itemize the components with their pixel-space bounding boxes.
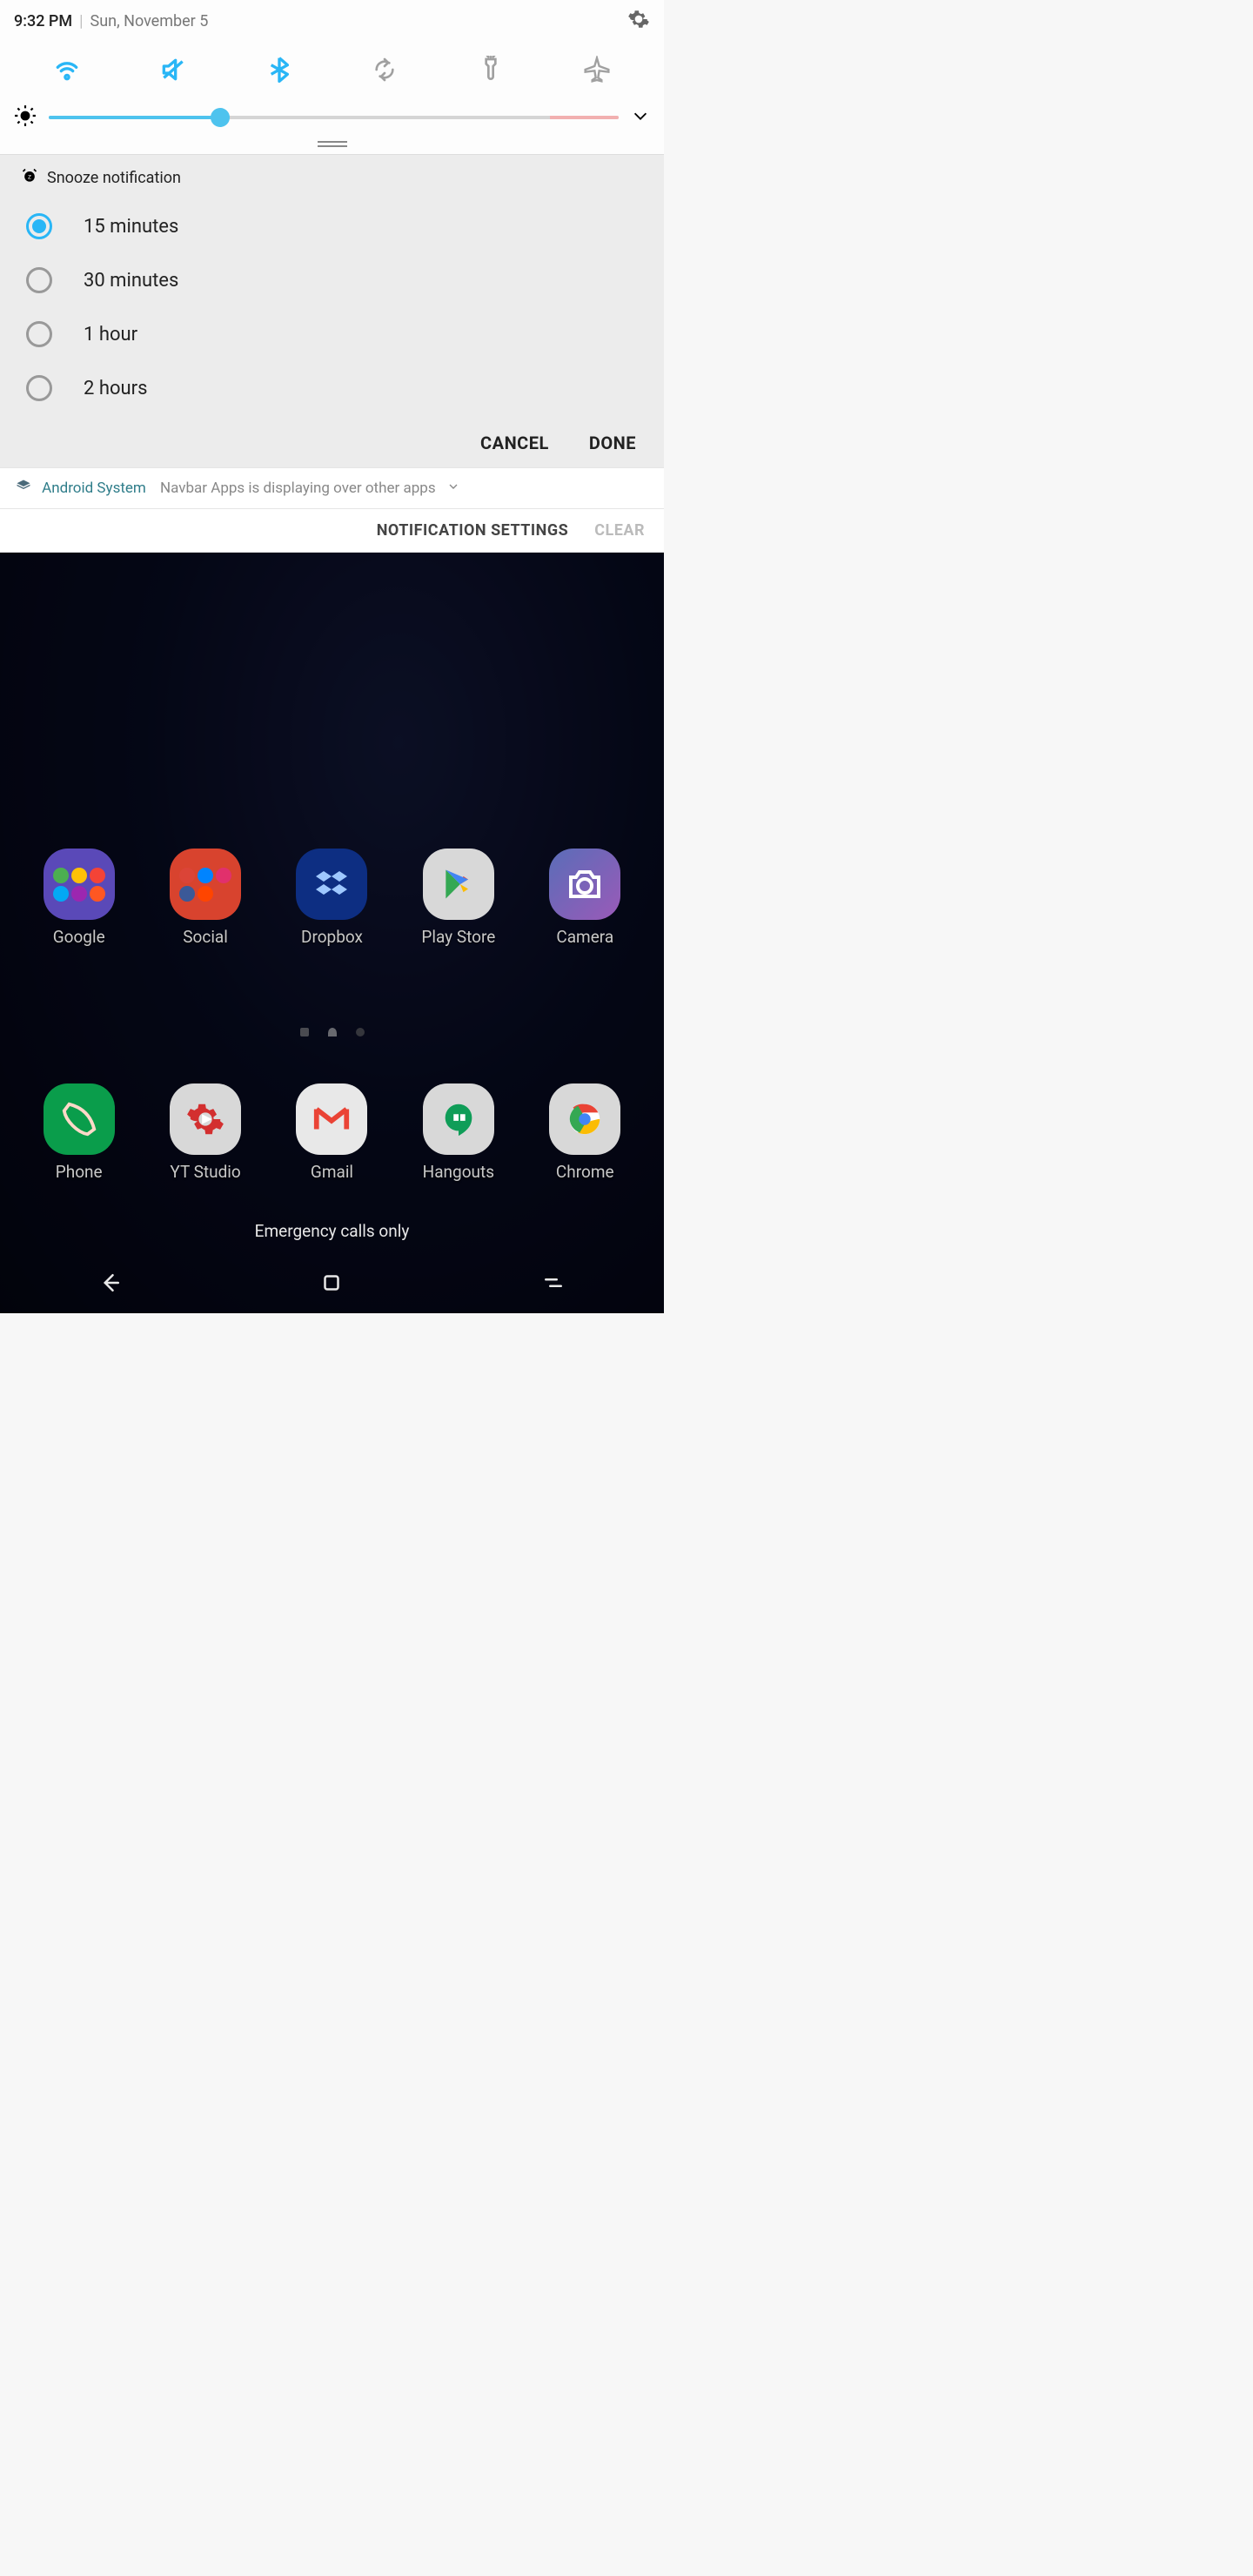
app-yt-studio[interactable]: YT Studio (153, 1083, 258, 1182)
done-button[interactable]: DONE (589, 433, 636, 453)
radio-icon (26, 267, 52, 293)
app-label: Phone (56, 1162, 103, 1182)
snooze-option-2h[interactable]: 2 hours (21, 361, 643, 415)
app-label: Google (53, 927, 105, 947)
flashlight-toggle[interactable] (438, 50, 544, 89)
clear-button[interactable]: CLEAR (594, 521, 645, 540)
snooze-option-label: 2 hours (84, 378, 147, 399)
settings-gear-icon[interactable] (627, 8, 650, 34)
app-label: Play Store (421, 927, 495, 947)
back-button[interactable] (97, 1270, 124, 1299)
app-label: Gmail (311, 1162, 353, 1182)
snooze-option-30m[interactable]: 30 minutes (21, 253, 643, 307)
snooze-actions: CANCEL DONE (21, 415, 643, 467)
status-separator: | (79, 12, 83, 30)
app-label: YT Studio (170, 1162, 240, 1182)
system-notif-app: Android System (42, 480, 146, 497)
app-play-store[interactable]: Play Store (406, 849, 511, 947)
brightness-row (14, 96, 650, 138)
snooze-option-label: 1 hour (84, 324, 137, 345)
snooze-option-15m[interactable]: 15 minutes (21, 199, 643, 253)
snooze-header: Z Snooze notification (21, 164, 643, 199)
system-notification-row[interactable]: Android System Navbar Apps is displaying… (0, 467, 664, 509)
app-label: Camera (556, 927, 613, 947)
app-social-folder[interactable]: Social (153, 849, 258, 947)
app-label: Social (183, 927, 228, 947)
autorotate-toggle[interactable] (332, 50, 438, 89)
home-button[interactable] (318, 1270, 345, 1299)
nav-bar (0, 1256, 664, 1313)
app-label: Chrome (556, 1162, 614, 1182)
home-screen: Google Social Dropbox Play Store (0, 553, 664, 1313)
wifi-toggle[interactable] (14, 50, 120, 89)
radio-icon (26, 321, 52, 347)
brightness-icon (14, 104, 37, 131)
airplane-toggle[interactable] (544, 50, 650, 89)
bluetooth-toggle[interactable] (226, 50, 332, 89)
app-phone[interactable]: Phone (27, 1083, 131, 1182)
layers-icon (16, 479, 31, 498)
cancel-button[interactable]: CANCEL (480, 433, 549, 453)
home-dock: Phone YT Studio Gmail Hangouts Chrome (0, 1083, 664, 1182)
app-label: Dropbox (301, 927, 363, 947)
shade-drag-handle[interactable] (14, 138, 650, 154)
svg-text:Z: Z (28, 173, 31, 180)
app-dropbox[interactable]: Dropbox (279, 849, 384, 947)
app-gmail[interactable]: Gmail (279, 1083, 384, 1182)
shade-footer: NOTIFICATION SETTINGS CLEAR (0, 509, 664, 553)
app-label: Hangouts (423, 1162, 494, 1182)
radio-icon (26, 375, 52, 401)
snooze-option-1h[interactable]: 1 hour (21, 307, 643, 361)
snooze-title: Snooze notification (47, 169, 181, 187)
page-indicator[interactable] (0, 1028, 664, 1036)
snooze-option-label: 30 minutes (84, 270, 178, 292)
app-hangouts[interactable]: Hangouts (406, 1083, 511, 1182)
home-row-1: Google Social Dropbox Play Store (0, 849, 664, 947)
clock-time: 9:32 PM (14, 12, 72, 30)
system-notif-message: Navbar Apps is displaying over other app… (160, 480, 436, 497)
status-date: Sun, November 5 (90, 12, 209, 30)
alarm-snooze-icon: Z (21, 167, 38, 189)
app-google-folder[interactable]: Google (27, 849, 131, 947)
chevron-down-icon[interactable] (446, 480, 460, 497)
app-chrome[interactable]: Chrome (533, 1083, 637, 1182)
recents-button[interactable] (540, 1270, 566, 1299)
app-camera[interactable]: Camera (533, 849, 637, 947)
brightness-slider[interactable] (49, 116, 619, 119)
quick-settings-row (14, 35, 650, 96)
notification-settings-button[interactable]: NOTIFICATION SETTINGS (377, 521, 569, 540)
notification-shade-top: 9:32 PM | Sun, November 5 (0, 0, 664, 154)
mute-toggle[interactable] (120, 50, 226, 89)
radio-icon (26, 213, 52, 239)
expand-chevron-icon[interactable] (631, 106, 650, 129)
snooze-panel: Z Snooze notification 15 minutes 30 minu… (0, 154, 664, 467)
emergency-calls-text: Emergency calls only (0, 1221, 664, 1241)
status-bar: 9:32 PM | Sun, November 5 (14, 7, 650, 35)
snooze-option-label: 15 minutes (84, 216, 178, 238)
